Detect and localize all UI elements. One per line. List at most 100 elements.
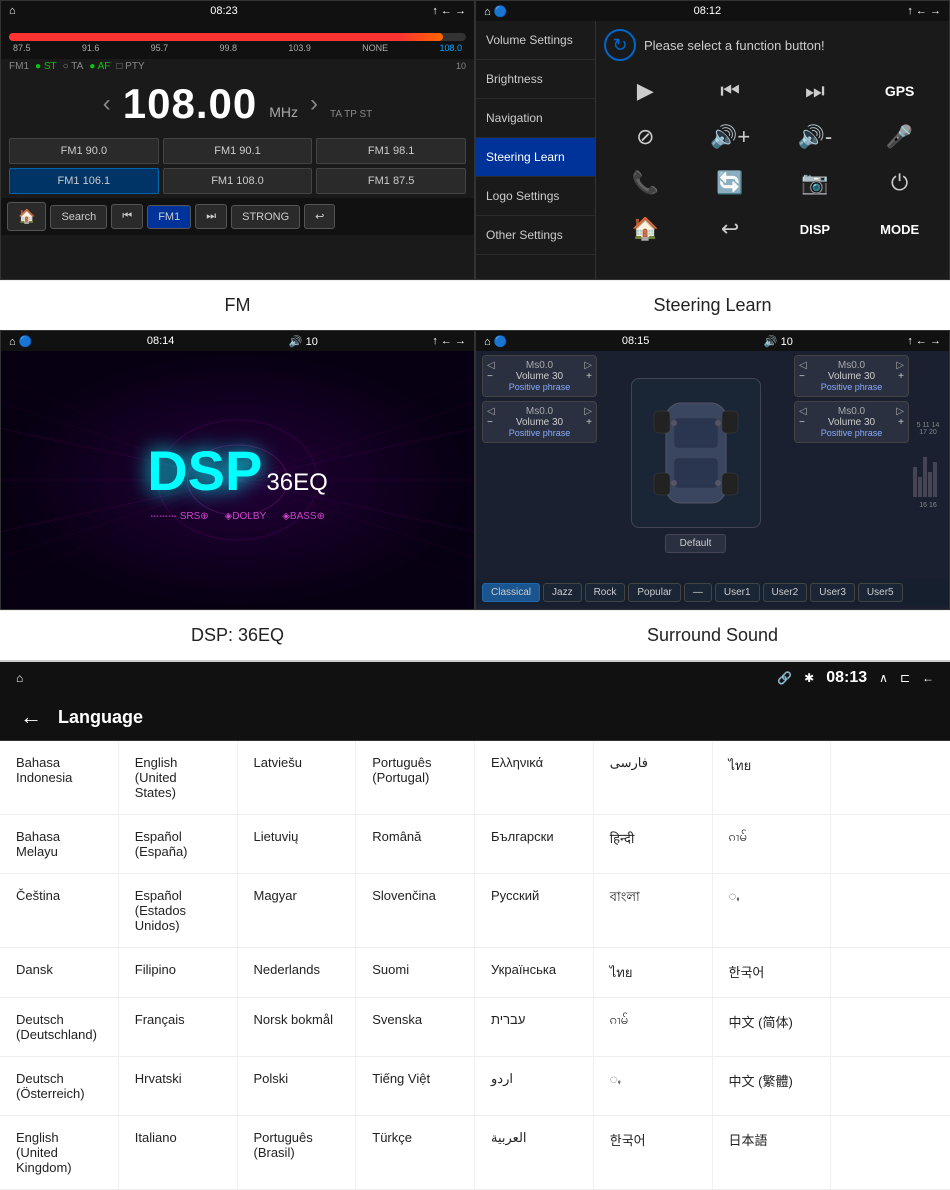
- lang-cell[interactable]: Dansk: [0, 948, 119, 997]
- eq-tab-popular[interactable]: Popular: [628, 583, 680, 602]
- st-prev-track-icon[interactable]: ⏮: [693, 73, 768, 109]
- fm-prev-button[interactable]: ⏮: [111, 204, 143, 229]
- lang-cell[interactable]: Русский: [475, 874, 594, 947]
- st-brightness[interactable]: Brightness: [476, 60, 595, 99]
- lang-back-button[interactable]: ←: [20, 704, 42, 730]
- st-power-icon[interactable]: ⏻: [862, 165, 937, 201]
- st-gps-label[interactable]: GPS: [862, 73, 937, 109]
- st-refresh-icon[interactable]: ↻: [604, 29, 636, 61]
- lang-cell[interactable]: العربية: [475, 1116, 594, 1189]
- lang-cell[interactable]: ၵၢမ်: [594, 998, 713, 1056]
- lang-cell[interactable]: 한국어: [594, 1116, 713, 1189]
- lang-cell[interactable]: Hrvatski: [119, 1057, 238, 1115]
- lang-cell[interactable]: Nederlands: [238, 948, 357, 997]
- st-mode-label[interactable]: MODE: [862, 211, 937, 247]
- lang-cell[interactable]: Deutsch (Deutschland): [0, 998, 119, 1056]
- st-navigation[interactable]: Navigation: [476, 99, 595, 138]
- st-steering-learn[interactable]: Steering Learn: [476, 138, 595, 177]
- lang-cell[interactable]: Bahasa Indonesia: [0, 741, 119, 814]
- lang-cell[interactable]: ไทย: [713, 741, 832, 814]
- eq-tab-rock[interactable]: Rock: [585, 583, 626, 602]
- lang-cell[interactable]: Lietuvių: [238, 815, 357, 873]
- fm-strong-button[interactable]: STRONG: [231, 205, 300, 229]
- lang-cell[interactable]: Português (Portugal): [356, 741, 475, 814]
- st-next-track-icon[interactable]: ⏭: [778, 73, 853, 109]
- lang-cell[interactable]: Slovenčina: [356, 874, 475, 947]
- lang-cell[interactable]: Български: [475, 815, 594, 873]
- lang-cell[interactable]: Українська: [475, 948, 594, 997]
- lang-cell[interactable]: Polski: [238, 1057, 357, 1115]
- fm-preset-2[interactable]: FM1 90.1: [163, 138, 313, 164]
- st-undo-icon[interactable]: ↩: [693, 211, 768, 247]
- eq-tab-jazz[interactable]: Jazz: [543, 583, 582, 602]
- eq-tab-user2[interactable]: User2: [763, 583, 808, 602]
- st-play-icon[interactable]: ▶: [608, 73, 683, 109]
- lang-cell[interactable]: Tiếng Việt: [356, 1057, 475, 1115]
- lang-cell[interactable]: Italiano: [119, 1116, 238, 1189]
- st-vol-down-icon[interactable]: 🔊-: [778, 119, 853, 155]
- lang-cell[interactable]: 中文 (简体): [713, 998, 832, 1056]
- fm-next-arrow[interactable]: ›: [310, 90, 318, 118]
- lang-cell[interactable]: Español (España): [119, 815, 238, 873]
- lang-cell[interactable]: English (United Kingdom): [0, 1116, 119, 1189]
- lang-cell[interactable]: Suomi: [356, 948, 475, 997]
- lang-cell[interactable]: Bahasa Melayu: [0, 815, 119, 873]
- fm-preset-6[interactable]: FM1 87.5: [316, 168, 466, 194]
- surround-content: ◁ Ms0.0 ▷ − Volume 30 + Positive phrase …: [476, 351, 949, 579]
- st-layout: Volume Settings Brightness Navigation St…: [476, 21, 949, 279]
- fm-next-button[interactable]: ⏭: [195, 204, 227, 229]
- lang-cell[interactable]: Latviešu: [238, 741, 357, 814]
- lang-cell[interactable]: Ελληνικά: [475, 741, 594, 814]
- lang-cell[interactable]: 한국어: [713, 948, 832, 997]
- st-camera-icon[interactable]: 📷: [778, 165, 853, 201]
- eq-tab-classical[interactable]: Classical: [482, 583, 540, 602]
- lang-cell[interactable]: ၵၢမ်: [713, 815, 832, 873]
- fm-back-button[interactable]: ↩: [304, 204, 335, 229]
- lang-cell[interactable]: English (United States): [119, 741, 238, 814]
- lang-cell[interactable]: Deutsch (Österreich): [0, 1057, 119, 1115]
- fm-preset-1[interactable]: FM1 90.0: [9, 138, 159, 164]
- lang-cell[interactable]: বাংলা: [594, 874, 713, 947]
- lang-cell[interactable]: ไทย: [594, 948, 713, 997]
- lang-cell[interactable]: Magyar: [238, 874, 357, 947]
- st-logo-settings[interactable]: Logo Settings: [476, 177, 595, 216]
- st-disp-label[interactable]: DISP: [778, 211, 853, 247]
- surround-default-btn[interactable]: Default: [665, 534, 727, 553]
- lang-cell[interactable]: 中文 (繁體): [713, 1057, 832, 1115]
- st-repeat-icon[interactable]: 🔄: [693, 165, 768, 201]
- lang-cell[interactable]: Română: [356, 815, 475, 873]
- st-vol-up-icon[interactable]: 🔊+: [693, 119, 768, 155]
- lang-cell[interactable]: Norsk bokmål: [238, 998, 357, 1056]
- lang-cell[interactable]: Filipino: [119, 948, 238, 997]
- st-volume-settings[interactable]: Volume Settings: [476, 21, 595, 60]
- eq-tab-user1[interactable]: User1: [715, 583, 760, 602]
- lang-cell[interactable]: Español (Estados Unidos): [119, 874, 238, 947]
- lang-cell[interactable]: Português (Brasil): [238, 1116, 357, 1189]
- st-other-settings[interactable]: Other Settings: [476, 216, 595, 255]
- st-home-icon[interactable]: 🏠: [608, 211, 683, 247]
- fm-search-button[interactable]: Search: [50, 205, 107, 229]
- st-mute-icon[interactable]: ⊘: [608, 119, 683, 155]
- fm-prev-arrow[interactable]: ‹: [103, 90, 111, 118]
- lang-cell[interactable]: فارسی: [594, 741, 713, 814]
- fm-preset-4[interactable]: FM1 106.1: [9, 168, 159, 194]
- lang-cell[interactable]: ꩻ: [713, 874, 832, 947]
- fm-band-button[interactable]: FM1: [147, 205, 191, 229]
- lang-cell[interactable]: اردو: [475, 1057, 594, 1115]
- eq-tab-user5[interactable]: User5: [858, 583, 903, 602]
- lang-cell[interactable]: עברית: [475, 998, 594, 1056]
- fm-home-button[interactable]: 🏠: [7, 202, 46, 231]
- lang-cell[interactable]: Čeština: [0, 874, 119, 947]
- st-phone-icon[interactable]: 📞: [608, 165, 683, 201]
- lang-cell[interactable]: 日本語: [713, 1116, 832, 1189]
- lang-cell[interactable]: Français: [119, 998, 238, 1056]
- lang-cell[interactable]: ꩻ: [594, 1057, 713, 1115]
- lang-cell[interactable]: Svenska: [356, 998, 475, 1056]
- fm-preset-3[interactable]: FM1 98.1: [316, 138, 466, 164]
- lang-row-6: Deutsch (Österreich) Hrvatski Polski Tiế…: [0, 1057, 950, 1116]
- st-mic-icon[interactable]: 🎤: [862, 119, 937, 155]
- fm-preset-5[interactable]: FM1 108.0: [163, 168, 313, 194]
- lang-cell[interactable]: Türkçe: [356, 1116, 475, 1189]
- lang-cell[interactable]: हिन्दी: [594, 815, 713, 873]
- eq-tab-user3[interactable]: User3: [810, 583, 855, 602]
